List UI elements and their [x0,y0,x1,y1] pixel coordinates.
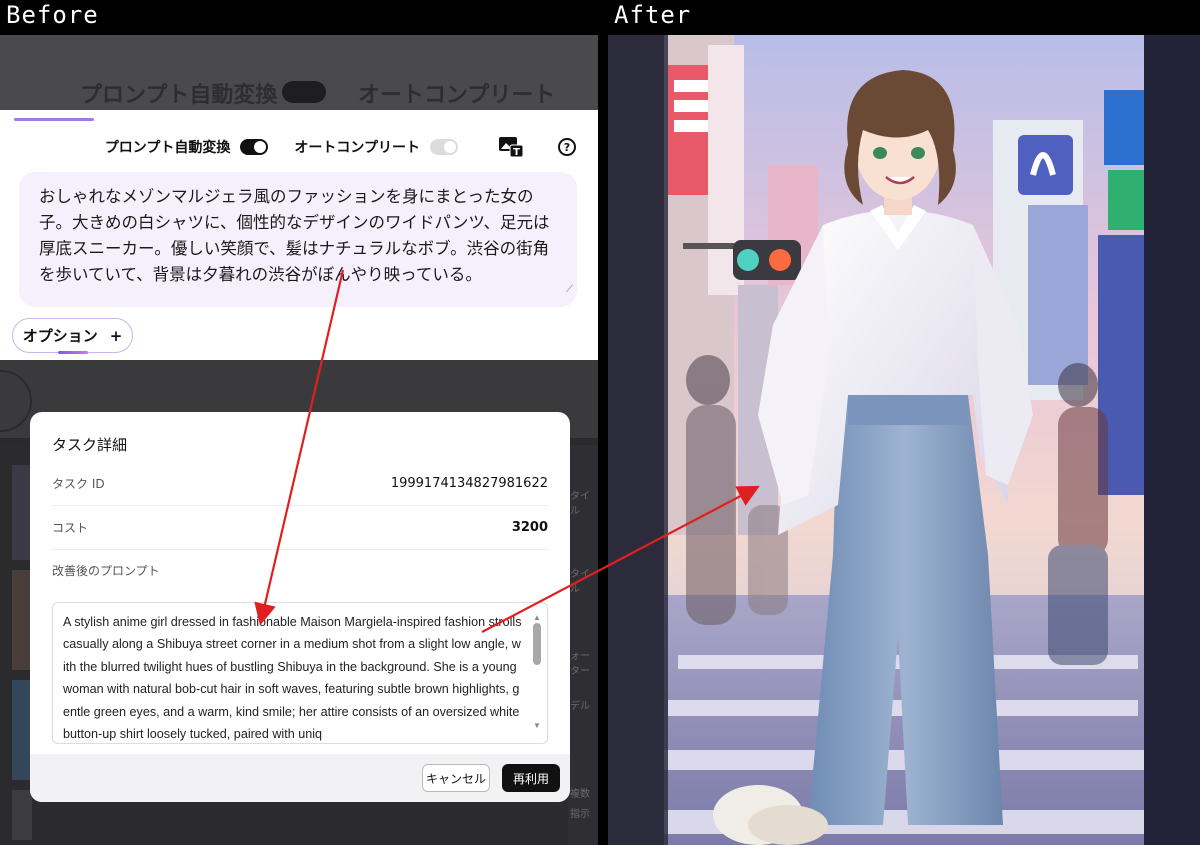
task-detail-modal: タスク詳細 タスク ID 1999174134827981622 コスト 320… [30,412,570,802]
image-to-text-icon[interactable]: T [498,136,524,158]
side-strip-text: タイル [570,491,590,517]
resize-handle-icon[interactable]: ⟋ [566,277,573,303]
ghost-toggle [282,81,326,103]
side-strip-text: 複数 [570,789,590,800]
help-icon[interactable]: ? [558,138,576,156]
plus-icon: + [109,326,123,345]
task-id-value: 1999174134827981622 [390,476,548,491]
side-strip-text: ォーター [570,651,590,677]
scrollbar-thumb[interactable] [533,623,541,665]
after-illustration [608,35,1200,845]
modal-footer: キャンセル 再利用 [30,754,570,802]
prompt-scrollbar[interactable]: ▲ ▼ [533,613,541,730]
dimmed-header: プロンプト自動変換 オートコンプリート [0,35,598,110]
cancel-button[interactable]: キャンセル [422,764,490,792]
help-glyph: ? [563,140,571,154]
gallery-thumb [12,465,32,560]
task-id-label: タスク ID [52,477,105,491]
svg-text:T: T [513,147,520,158]
before-label: Before [6,1,99,29]
gallery-thumb [12,680,32,780]
cost-label: コスト [52,521,89,535]
side-strip-text: タイル [570,569,590,595]
auto-convert-label: プロンプト自動変換 [104,140,231,156]
option-label: オプション [22,327,98,345]
ghost-autocomplete-label: オートコンプリート [358,83,556,108]
modal-title: タスク詳細 [52,436,128,454]
improved-prompt-label: 改善後のプロンプト [52,564,160,578]
prompt-toolbar: プロンプト自動変換 オートコンプリート T ? [105,136,576,158]
gallery-thumb [12,790,32,840]
scroll-down-icon[interactable]: ▼ [533,715,541,737]
prompt-text-content: おしゃれなメゾンマルジェラ風のファッションを身にまとった女の子。大きめの白シャツ… [39,187,550,284]
prompt-panel: プロンプト自動変換 オートコンプリート T ? おしゃれなメゾンマルジェラ風のフ… [0,110,598,360]
side-strip-text: デル [570,701,590,712]
task-id-row: タスク ID 1999174134827981622 [52,462,548,506]
after-label: After [614,1,692,29]
reuse-button[interactable]: 再利用 [502,764,560,792]
improved-prompt-text: A stylish anime girl dressed in fashiona… [63,615,522,742]
option-accent [58,351,88,354]
side-strip-text: 指示 [570,809,590,820]
cost-value: 3200 [511,520,548,535]
tab-indicator [14,118,94,121]
autocomplete-label: オートコンプリート [294,140,420,156]
autocomplete-toggle[interactable] [430,139,458,155]
option-button[interactable]: オプション + [12,318,133,354]
ghost-auto-convert-label: プロンプト自動変換 [80,83,278,108]
prompt-textarea[interactable]: おしゃれなメゾンマルジェラ風のファッションを身にまとった女の子。大きめの白シャツ… [19,172,577,307]
cost-row: コスト 3200 [52,506,548,550]
auto-convert-toggle[interactable] [240,139,269,155]
gallery-thumb [12,570,32,670]
generated-anime-image [608,35,1200,845]
dimmed-circle [0,370,32,432]
improved-prompt-box[interactable]: A stylish anime girl dressed in fashiona… [52,602,548,744]
